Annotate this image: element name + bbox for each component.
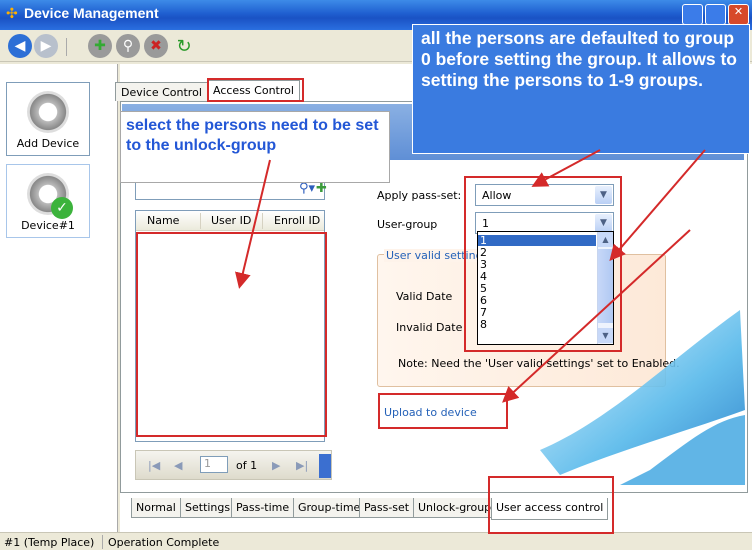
annotation-arrows: [235, 149, 706, 403]
